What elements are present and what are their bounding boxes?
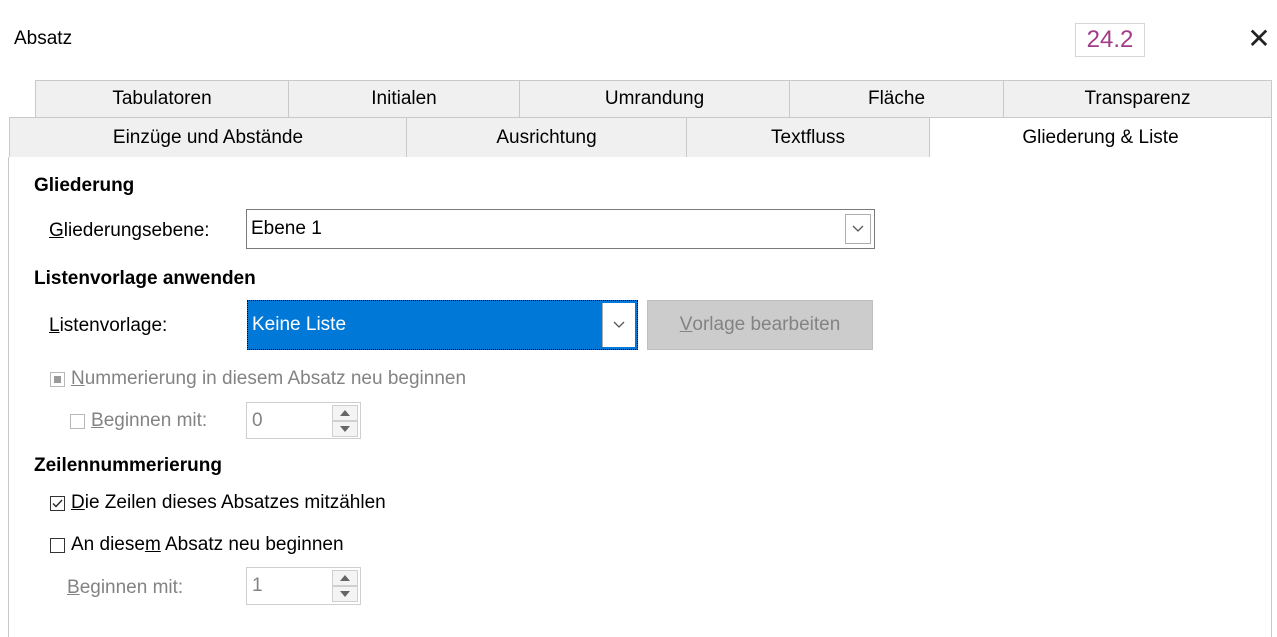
checkmark-icon[interactable] <box>50 495 65 511</box>
version-badge: 24.2 <box>1075 23 1145 57</box>
section-heading-listenvorlage: Listenvorlage anwenden <box>34 268 256 289</box>
restart-here-checkbox[interactable]: An diesem Absatz neu beginnen <box>50 534 344 556</box>
start-with-spinbox[interactable]: 0 <box>246 402 361 439</box>
spin-down-icon[interactable] <box>332 586 358 602</box>
count-lines-label: Die Zeilen dieses Absatzes mitzählen <box>71 492 386 513</box>
list-style-value: Keine Liste <box>252 314 347 335</box>
outline-level-select[interactable]: Ebene 1 <box>246 209 875 249</box>
tab-row-top: Tabulatoren Initialen Umrandung Fläche T… <box>35 80 1272 117</box>
restart-here-label: An diesem Absatz neu beginnen <box>71 534 344 555</box>
indeterminate-checkbox-icon[interactable] <box>50 371 65 387</box>
close-icon[interactable]: ✕ <box>1244 22 1274 56</box>
edit-style-button[interactable]: Vorlage bearbeiten <box>647 300 873 350</box>
section-heading-zeilennummerierung: Zeilennummerierung <box>34 455 222 476</box>
section-heading-gliederung: Gliederung <box>34 175 135 196</box>
spin-down-icon[interactable] <box>332 421 358 437</box>
spin-up-icon[interactable] <box>332 405 358 421</box>
tab-einzuege-abstaende[interactable]: Einzüge und Abstände <box>9 117 406 157</box>
checkbox-icon[interactable] <box>50 537 65 553</box>
tab-flaeche[interactable]: Fläche <box>789 80 1003 117</box>
tab-ausrichtung[interactable]: Ausrichtung <box>406 117 686 157</box>
tab-umrandung[interactable]: Umrandung <box>519 80 789 117</box>
checkbox-icon[interactable] <box>70 413 85 429</box>
line-start-with-spinbox[interactable]: 1 <box>246 567 361 605</box>
tab-row-bottom: Einzüge und Abstände Ausrichtung Textflu… <box>9 117 1272 157</box>
start-with-label: Beginnen mit: <box>91 410 208 431</box>
tab-transparenz[interactable]: Transparenz <box>1003 80 1272 117</box>
tab-tabulatoren[interactable]: Tabulatoren <box>35 80 288 117</box>
tab-gliederung-liste[interactable]: Gliederung & Liste <box>929 117 1272 157</box>
dialog-title: Absatz <box>14 28 73 49</box>
line-start-with-label: Beginnen mit: <box>67 577 184 598</box>
restart-numbering-label: Nummerierung in diesem Absatz neu beginn… <box>71 368 467 389</box>
restart-numbering-checkbox[interactable]: Nummerierung in diesem Absatz neu beginn… <box>50 368 466 390</box>
chevron-down-icon[interactable] <box>845 214 871 244</box>
list-style-label: Listenvorlage: <box>49 315 168 336</box>
tab-textfluss[interactable]: Textfluss <box>686 117 929 157</box>
outline-level-label: Gliederungsebene: <box>49 220 210 241</box>
chevron-down-icon[interactable] <box>602 303 635 347</box>
outline-level-value: Ebene 1 <box>251 218 322 239</box>
count-lines-checkbox[interactable]: Die Zeilen dieses Absatzes mitzählen <box>50 492 386 514</box>
list-style-select[interactable]: Keine Liste <box>247 300 638 350</box>
tab-initialen[interactable]: Initialen <box>288 80 519 117</box>
spin-up-icon[interactable] <box>332 570 358 586</box>
start-with-checkbox[interactable]: Beginnen mit: <box>70 410 207 432</box>
